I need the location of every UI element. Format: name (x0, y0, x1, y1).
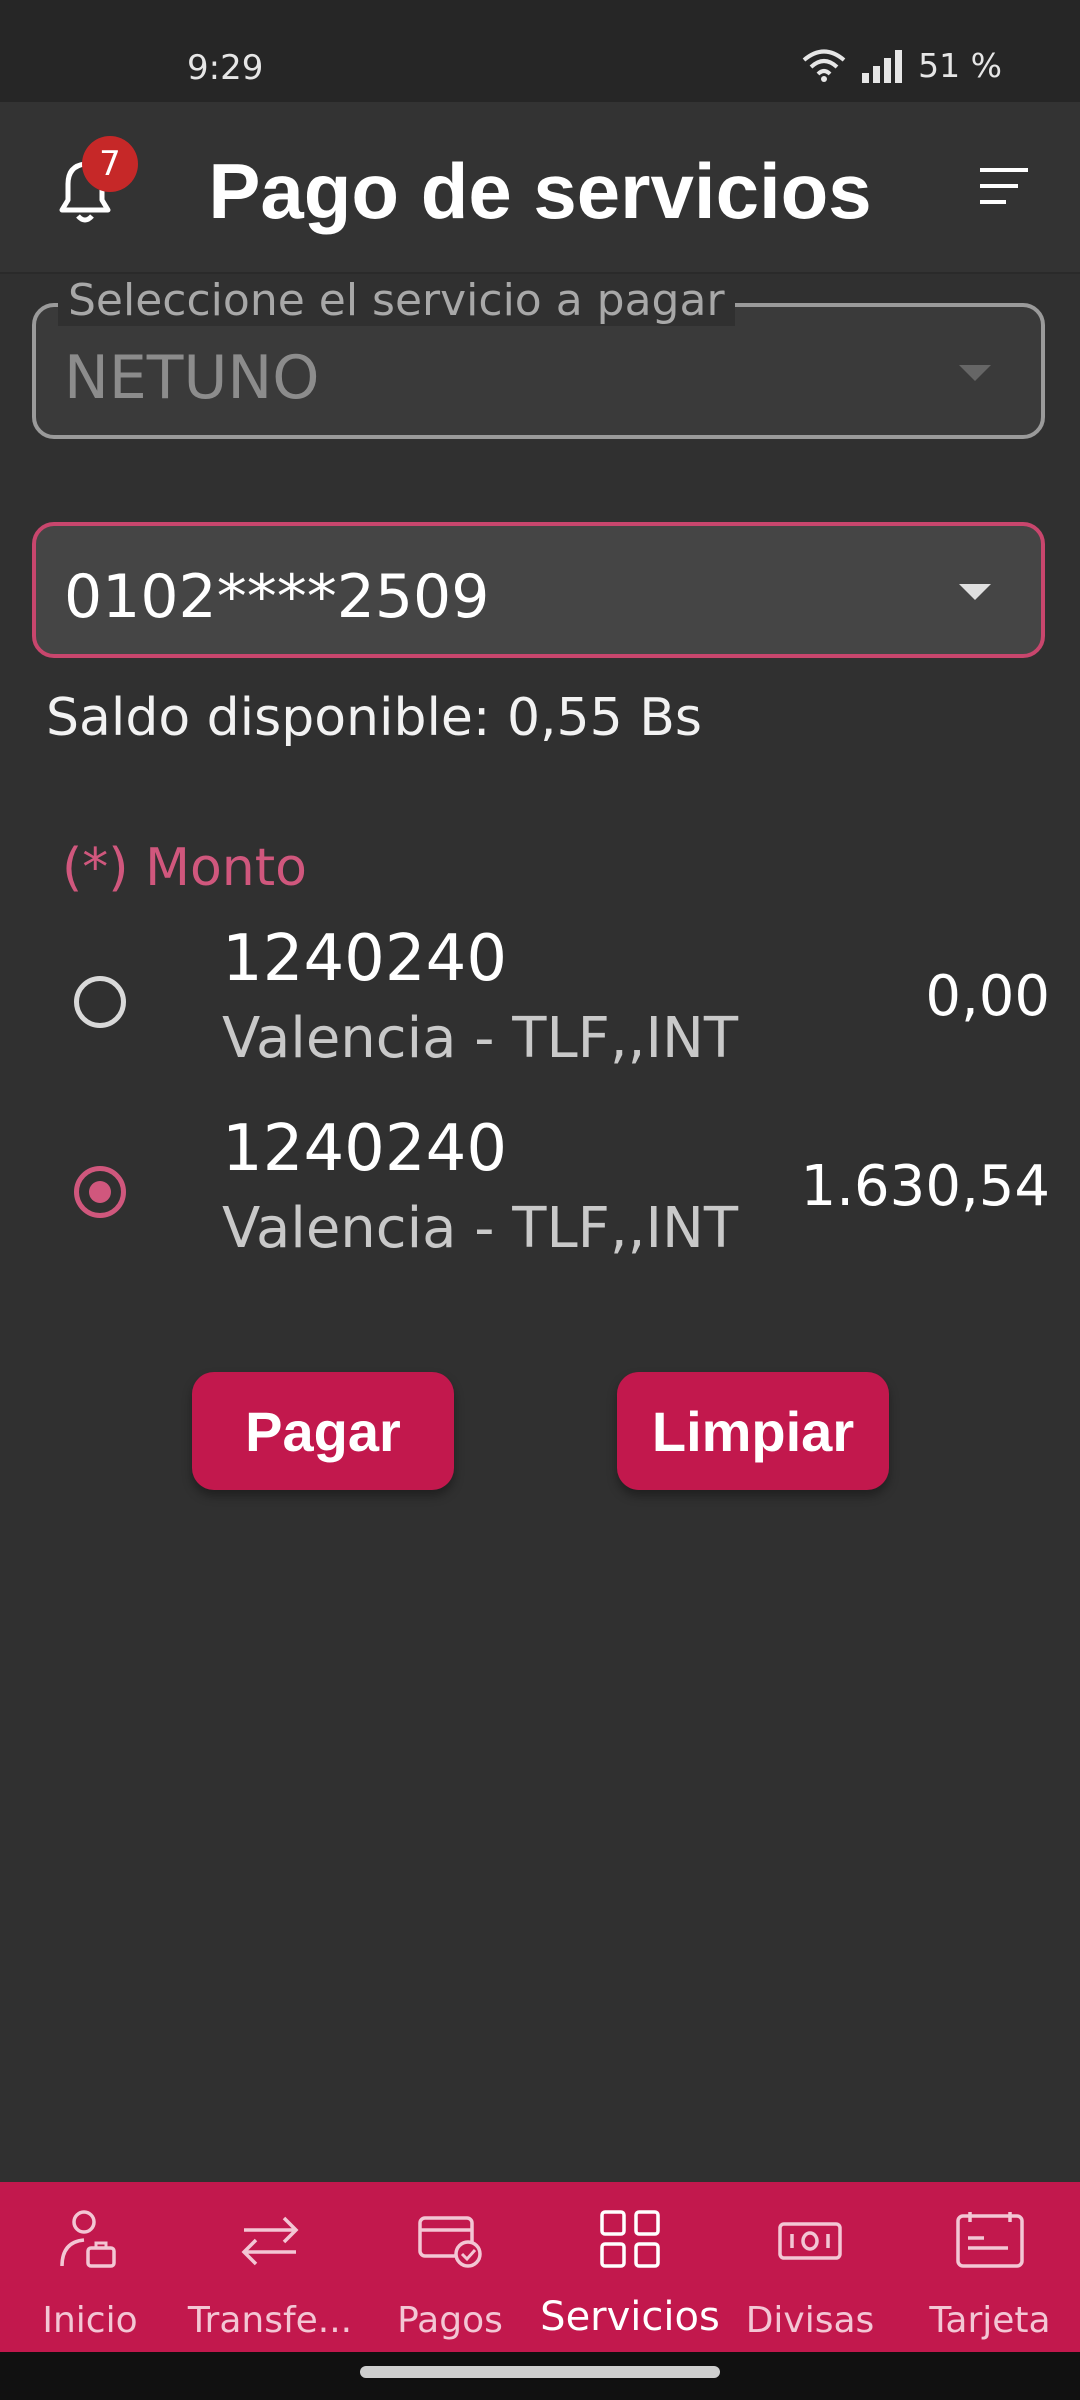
nav-item-pagos[interactable]: Pagos (360, 2182, 540, 2352)
user-briefcase-icon (54, 2208, 126, 2272)
nav-item-servicios[interactable]: Servicios (540, 2182, 720, 2352)
option-code: 1240240 (222, 1112, 508, 1186)
amount-option[interactable]: 1240240 Valencia - TLF,,INT 0,00 (0, 922, 1080, 1082)
nav-item-transferencias[interactable]: Transfe... (180, 2182, 360, 2352)
card-icon (954, 2208, 1026, 2272)
page-title: Pago de servicios (208, 147, 872, 235)
amount-option[interactable]: 1240240 Valencia - TLF,,INT 1.630,54 (0, 1112, 1080, 1272)
radio-button-selected[interactable] (74, 1166, 126, 1218)
battery-text: 51 % (918, 46, 1002, 85)
nav-label: Divisas (745, 2300, 875, 2341)
option-code: 1240240 (222, 922, 508, 996)
option-description: Valencia - TLF,,INT (222, 1196, 739, 1261)
status-time: 9:29 (187, 48, 264, 88)
radio-button[interactable] (74, 976, 126, 1028)
amount-label: (*) Monto (62, 838, 307, 898)
card-check-icon (414, 2208, 486, 2272)
pay-button[interactable]: Pagar (192, 1372, 454, 1490)
service-select-label: Seleccione el servicio a pagar (58, 275, 735, 326)
option-description: Valencia - TLF,,INT (222, 1006, 739, 1071)
nav-label: Pagos (397, 2300, 503, 2341)
nav-label: Tarjeta (929, 2300, 1051, 2341)
nav-item-inicio[interactable]: Inicio (0, 2182, 180, 2352)
account-select[interactable]: 0102****2509 (32, 522, 1045, 658)
nav-label: Transfe... (187, 2300, 353, 2341)
system-nav-area (0, 2352, 1080, 2400)
app-header: 7 Pago de servicios (0, 102, 1080, 274)
grid-icon (594, 2208, 666, 2272)
home-indicator[interactable] (360, 2366, 720, 2378)
status-icons: 51 % (802, 46, 1002, 85)
option-amount: 1.630,54 (800, 1154, 1050, 1219)
account-select-value: 0102****2509 (64, 562, 490, 632)
banknote-icon (774, 2208, 846, 2272)
nav-label: Servicios (540, 2294, 720, 2340)
dropdown-caret-icon (959, 365, 991, 381)
service-select[interactable]: Seleccione el servicio a pagar NETUNO (32, 275, 1045, 439)
status-bar: 9:29 51 % (0, 0, 1080, 102)
signal-icon (860, 49, 904, 83)
wifi-icon (802, 49, 846, 83)
nav-item-tarjeta[interactable]: Tarjeta (900, 2182, 1080, 2352)
service-select-value: NETUNO (64, 343, 320, 413)
nav-item-divisas[interactable]: Divisas (720, 2182, 900, 2352)
clear-button[interactable]: Limpiar (617, 1372, 889, 1490)
dropdown-caret-icon (959, 584, 991, 600)
bottom-nav: Inicio Transfe... Pagos Servicios Divisa… (0, 2182, 1080, 2352)
menu-icon[interactable] (978, 164, 1032, 210)
option-amount: 0,00 (925, 964, 1050, 1029)
transfer-arrows-icon (234, 2208, 306, 2272)
available-balance: Saldo disponible: 0,55 Bs (46, 688, 703, 748)
nav-label: Inicio (42, 2300, 138, 2341)
